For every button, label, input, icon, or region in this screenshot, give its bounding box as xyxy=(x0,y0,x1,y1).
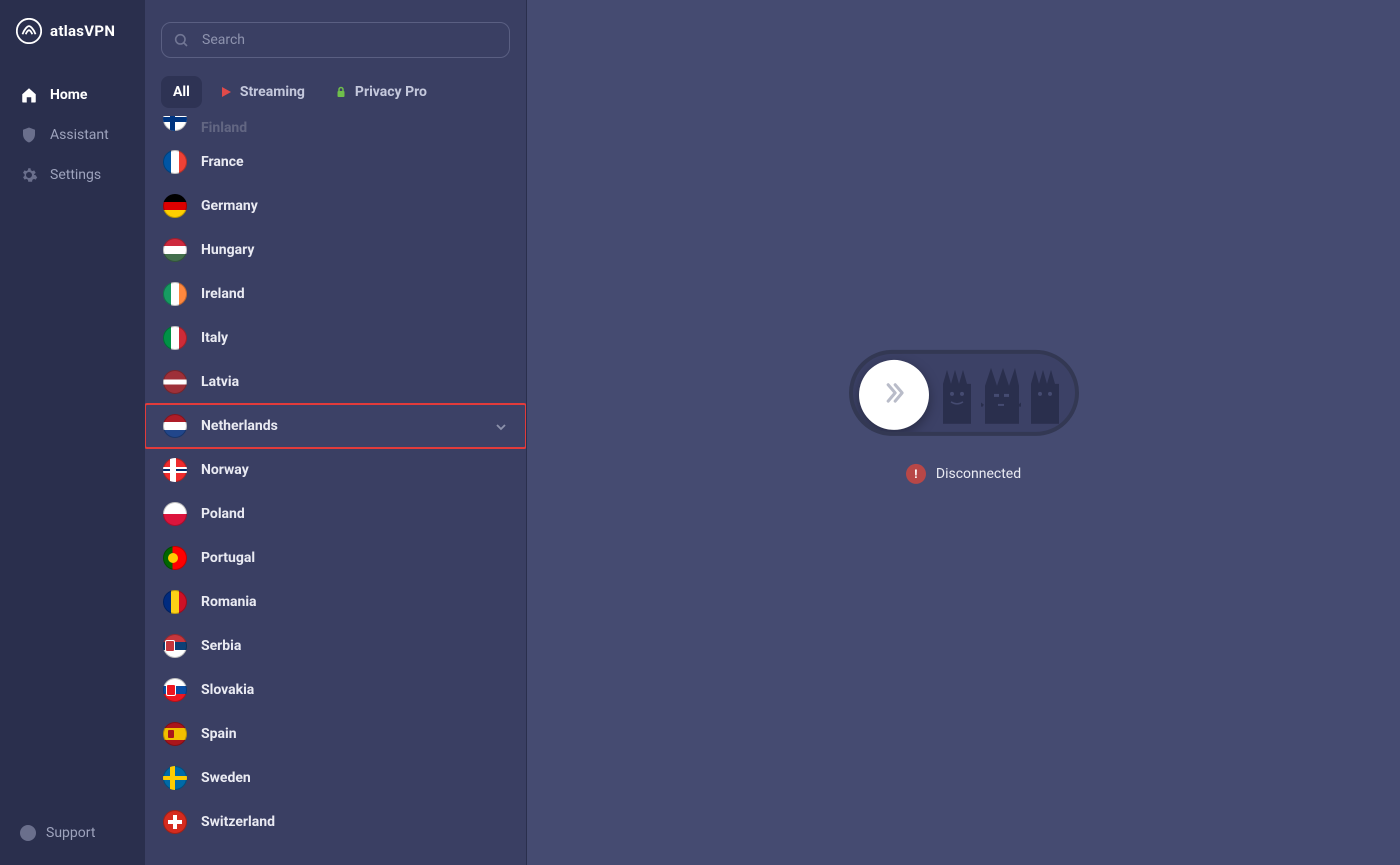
country-item-romania[interactable]: Romania xyxy=(145,580,526,624)
flag-icon xyxy=(163,150,187,174)
sidebar-item-label: Assistant xyxy=(50,127,109,143)
country-item-norway[interactable]: Norway xyxy=(145,448,526,492)
flag-icon xyxy=(163,370,187,394)
country-item-serbia[interactable]: Serbia xyxy=(145,624,526,668)
brand-logo-icon xyxy=(16,18,42,44)
country-label: Italy xyxy=(201,330,228,346)
country-label: Sweden xyxy=(201,770,251,786)
flag-icon xyxy=(163,326,187,350)
flag-icon xyxy=(163,678,187,702)
tab-streaming[interactable]: Streaming xyxy=(208,76,317,108)
country-item-sweden[interactable]: Sweden xyxy=(145,756,526,800)
country-label: Ireland xyxy=(201,286,245,302)
toggle-knob xyxy=(859,359,929,429)
country-list[interactable]: Finland France Germany Hungary Ireland I… xyxy=(145,110,526,865)
country-item-spain[interactable]: Spain xyxy=(145,712,526,756)
flag-icon xyxy=(163,546,187,570)
search-icon xyxy=(173,32,189,48)
tabs: All Streaming Privacy Pro xyxy=(145,66,526,110)
shield-icon xyxy=(20,126,38,144)
sidebar-item-label: Settings xyxy=(50,167,101,183)
tab-privacy-pro[interactable]: Privacy Pro xyxy=(323,76,439,108)
country-item-netherlands[interactable]: Netherlands xyxy=(145,404,526,448)
flag-icon xyxy=(163,458,187,482)
sidebar-item-label: Support xyxy=(46,825,95,841)
sidebar-item-assistant[interactable]: Assistant xyxy=(8,116,137,154)
sidebar-nav: Home Assistant Settings xyxy=(0,76,145,194)
flag-icon xyxy=(163,414,187,438)
country-item-partial[interactable]: Finland xyxy=(145,116,526,140)
home-icon xyxy=(20,86,38,104)
connect-toggle[interactable] xyxy=(849,349,1079,435)
country-label: Norway xyxy=(201,462,249,478)
connect-wrap: ! Disconnected xyxy=(849,349,1079,483)
status-text: Disconnected xyxy=(936,465,1021,481)
country-label: Serbia xyxy=(201,638,241,654)
chat-bubble-icon xyxy=(20,825,36,841)
flag-icon xyxy=(163,116,187,131)
sidebar-item-support[interactable]: Support xyxy=(0,815,145,853)
flag-icon xyxy=(163,634,187,658)
country-label: Latvia xyxy=(201,374,239,390)
country-item-poland[interactable]: Poland xyxy=(145,492,526,536)
flag-icon xyxy=(163,810,187,834)
search-input[interactable] xyxy=(161,22,510,58)
brand-name: atlasVPN xyxy=(50,22,115,40)
brand: atlasVPN xyxy=(0,18,145,76)
flag-icon xyxy=(163,194,187,218)
flag-icon xyxy=(163,590,187,614)
country-item-italy[interactable]: Italy xyxy=(145,316,526,360)
chevrons-right-icon xyxy=(880,378,908,410)
flag-icon xyxy=(163,282,187,306)
gear-icon xyxy=(20,166,38,184)
flag-icon xyxy=(163,766,187,790)
tab-label: Privacy Pro xyxy=(355,84,427,100)
country-item-latvia[interactable]: Latvia xyxy=(145,360,526,404)
country-label: Portugal xyxy=(201,550,255,566)
sidebar-spacer xyxy=(0,194,145,815)
country-item-hungary[interactable]: Hungary xyxy=(145,228,526,272)
lock-icon xyxy=(335,86,347,98)
country-item-germany[interactable]: Germany xyxy=(145,184,526,228)
tab-all[interactable]: All xyxy=(161,76,202,108)
search xyxy=(161,22,510,58)
country-label: Spain xyxy=(201,726,237,742)
country-label: France xyxy=(201,154,244,170)
tab-label: Streaming xyxy=(240,84,305,100)
chevron-down-icon xyxy=(494,419,508,433)
country-item-slovakia[interactable]: Slovakia xyxy=(145,668,526,712)
flag-icon xyxy=(163,502,187,526)
country-label: Germany xyxy=(201,198,258,214)
sidebar-item-home[interactable]: Home xyxy=(8,76,137,114)
country-item-france[interactable]: France xyxy=(145,140,526,184)
sidebar-item-settings[interactable]: Settings xyxy=(8,156,137,194)
sidebar: atlasVPN Home Assistant Settings xyxy=(0,0,145,865)
country-label: Hungary xyxy=(201,242,254,258)
country-label: Romania xyxy=(201,594,257,610)
play-icon xyxy=(220,86,232,98)
country-item-ireland[interactable]: Ireland xyxy=(145,272,526,316)
country-label: Poland xyxy=(201,506,245,522)
tab-label: All xyxy=(173,84,190,100)
country-item-portugal[interactable]: Portugal xyxy=(145,536,526,580)
country-item-switzerland[interactable]: Switzerland xyxy=(145,800,526,844)
country-label: Netherlands xyxy=(201,418,278,434)
main-area: ! Disconnected xyxy=(527,0,1400,865)
panel-header xyxy=(145,0,526,66)
server-panel: All Streaming Privacy Pro Finland xyxy=(145,0,527,865)
app-root: atlasVPN Home Assistant Settings xyxy=(0,0,1400,865)
monster-illustration xyxy=(937,361,1065,423)
country-label: Finland xyxy=(201,120,247,136)
flag-icon xyxy=(163,238,187,262)
country-label: Slovakia xyxy=(201,682,254,698)
flag-icon xyxy=(163,722,187,746)
connection-status: ! Disconnected xyxy=(906,463,1021,483)
alert-icon: ! xyxy=(906,463,926,483)
sidebar-item-label: Home xyxy=(50,87,87,103)
country-label: Switzerland xyxy=(201,814,275,830)
